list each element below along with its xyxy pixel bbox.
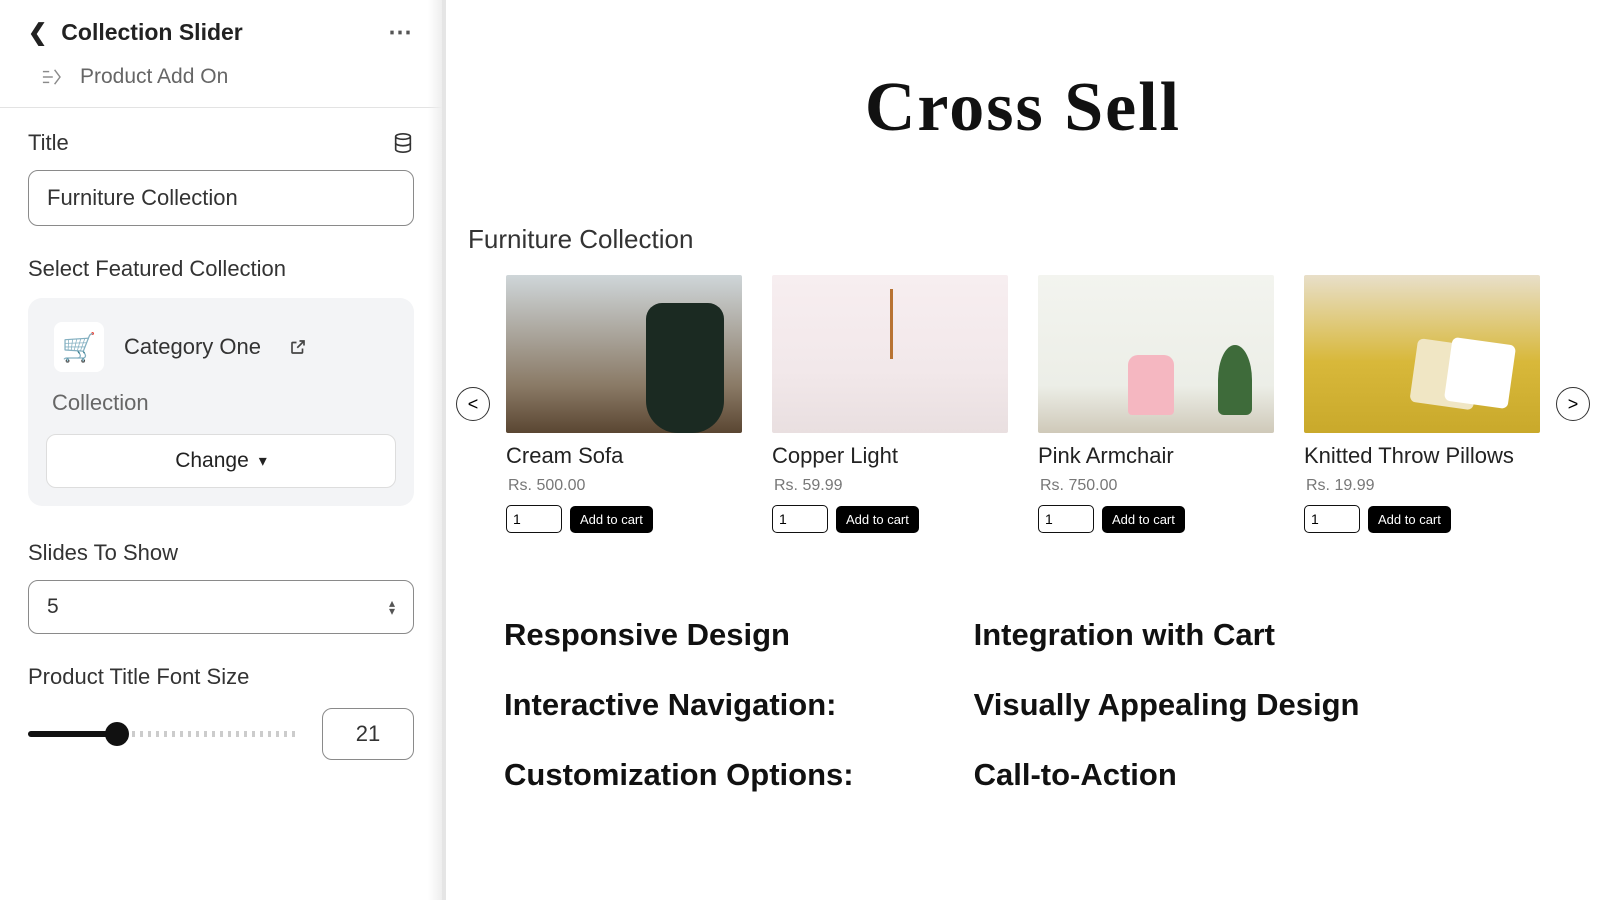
- fontsize-value[interactable]: 21: [322, 708, 414, 760]
- product-title: Knitted Throw Pillows: [1304, 443, 1540, 469]
- quantity-input[interactable]: [1038, 505, 1094, 533]
- feature-item: Integration with Cart: [974, 617, 1360, 653]
- product-card: Knitted Throw Pillows Rs. 19.99 Add to car…: [1304, 275, 1540, 533]
- addon-label: Product Add On: [80, 65, 228, 89]
- addon-icon: [40, 68, 62, 86]
- featured-collection-label: Select Featured Collection: [28, 256, 414, 282]
- add-to-cart-button[interactable]: Add to cart: [836, 506, 919, 533]
- hero-title: Cross Sell: [456, 68, 1590, 148]
- carousel-prev-button[interactable]: <: [456, 387, 490, 421]
- collection-link[interactable]: 🛒 Category One: [46, 316, 396, 390]
- feature-item: Interactive Navigation:: [504, 687, 854, 723]
- chevron-down-icon: ▾: [259, 451, 267, 471]
- title-field-label: Title: [28, 130, 69, 156]
- external-link-icon: [289, 338, 307, 356]
- quantity-input[interactable]: [772, 505, 828, 533]
- product-price: Rs. 19.99: [1306, 477, 1540, 495]
- slides-to-show-label: Slides To Show: [28, 540, 414, 566]
- product-price: Rs. 59.99: [774, 477, 1008, 495]
- quantity-input[interactable]: [1304, 505, 1360, 533]
- sidebar-title: Collection Slider: [61, 19, 242, 46]
- feature-item: Call-to-Action: [974, 757, 1360, 793]
- addon-row[interactable]: Product Add On: [0, 57, 442, 107]
- more-menu-icon[interactable]: ⋯: [388, 18, 414, 47]
- feature-list: Responsive Design Interactive Navigation:…: [504, 617, 1590, 793]
- product-card: Cream Sofa Rs. 500.00 Add to cart: [506, 275, 742, 533]
- carousel-cards: Cream SofaRs. 500.00Add to cartCopper Li…: [496, 275, 1550, 533]
- sidebar-header: ❮ Collection Slider ⋯: [0, 0, 442, 57]
- product-card: Pink Armchair Rs. 750.00 Add to cart: [1038, 275, 1274, 533]
- fontsize-label: Product Title Font Size: [28, 664, 414, 690]
- scrollbar[interactable]: [428, 0, 442, 900]
- slider-thumb[interactable]: [105, 722, 129, 746]
- product-image[interactable]: [772, 275, 1008, 433]
- collection-sublabel: Collection: [46, 390, 396, 434]
- feature-column-left: Responsive Design Interactive Navigation:…: [504, 617, 854, 793]
- back-button[interactable]: ❮: [28, 19, 47, 46]
- slider-fill: [28, 731, 117, 737]
- carousel-next-button[interactable]: >: [1556, 387, 1590, 421]
- add-to-cart-button[interactable]: Add to cart: [1102, 506, 1185, 533]
- product-title: Cream Sofa: [506, 443, 742, 469]
- product-title: Pink Armchair: [1038, 443, 1274, 469]
- product-image[interactable]: [506, 275, 742, 433]
- add-to-cart-button[interactable]: Add to cart: [1368, 506, 1451, 533]
- product-price: Rs. 750.00: [1040, 477, 1274, 495]
- product-carousel: < Cream SofaRs. 500.00Add to cartCopper …: [456, 275, 1590, 533]
- slides-to-show-select[interactable]: 5 ▴▾: [28, 580, 414, 634]
- title-input[interactable]: [28, 170, 414, 226]
- collection-heading: Furniture Collection: [468, 224, 1590, 255]
- product-price: Rs. 500.00: [508, 477, 742, 495]
- product-card: Copper Light Rs. 59.99 Add to cart: [772, 275, 1008, 533]
- settings-sidebar: ❮ Collection Slider ⋯ Product Add On Tit…: [0, 0, 446, 900]
- feature-item: Visually Appealing Design: [974, 687, 1360, 723]
- product-image[interactable]: [1304, 275, 1540, 433]
- collection-thumb-icon: 🛒: [54, 322, 104, 372]
- quantity-input[interactable]: [506, 505, 562, 533]
- product-title: Copper Light: [772, 443, 1008, 469]
- database-icon[interactable]: [392, 132, 414, 154]
- fontsize-slider[interactable]: [28, 731, 298, 737]
- preview-pane: Cross Sell Furniture Collection < Cream …: [446, 0, 1600, 900]
- change-label: Change: [175, 449, 249, 473]
- stepper-icon: ▴▾: [389, 599, 395, 615]
- collection-card: 🛒 Category One Collection Change ▾: [28, 298, 414, 506]
- change-collection-button[interactable]: Change ▾: [46, 434, 396, 488]
- product-image[interactable]: [1038, 275, 1274, 433]
- add-to-cart-button[interactable]: Add to cart: [570, 506, 653, 533]
- feature-column-right: Integration with Cart Visually Appealing …: [974, 617, 1360, 793]
- slides-value: 5: [47, 595, 59, 619]
- feature-item: Customization Options:: [504, 757, 854, 793]
- collection-name: Category One: [124, 334, 261, 360]
- feature-item: Responsive Design: [504, 617, 854, 653]
